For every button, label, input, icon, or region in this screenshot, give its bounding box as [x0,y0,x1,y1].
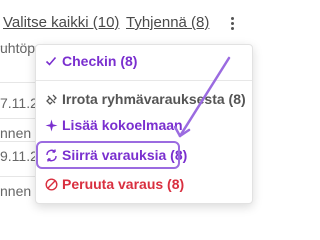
menu-item-label: Lisää kokoelmaan [62,117,183,133]
select-all-link[interactable]: Valitse kaikki (10) [3,14,119,31]
kebab-menu-icon[interactable] [225,15,239,35]
menu-item-cancel-reservation[interactable]: Peruuta varaus (8) [44,173,184,195]
menu-divider [36,80,252,81]
menu-item-label: Siirrä varauksia (8) [62,147,188,163]
bulk-action-toolbar: Valitse kaikki (10) Tyhjennä (8) [0,0,251,46]
checkmark-icon [44,54,58,68]
menu-item-move-reservations[interactable]: Siirrä varauksia (8) [44,144,187,166]
cancel-icon [44,177,58,191]
menu-item-label: Peruuta varaus (8) [62,176,185,192]
table-cell: nnen [0,125,32,141]
actions-dropdown-menu: Checkin (8) Irrota ryhmävarauksesta (8) … [35,44,253,204]
table-cell: uhtöp [0,40,36,56]
clear-selection-link[interactable]: Tyhjennä (8) [126,14,209,31]
table-cell: nnen [0,183,32,199]
menu-item-detach-group[interactable]: Irrota ryhmävarauksesta (8) [44,88,246,110]
sparkle-icon [44,118,58,132]
menu-item-label: Checkin (8) [62,53,138,69]
unlink-icon [44,92,58,106]
menu-item-checkin[interactable]: Checkin (8) [44,50,137,72]
menu-item-label: Irrota ryhmävarauksesta (8) [62,91,246,107]
menu-item-add-to-collection[interactable]: Lisää kokoelmaan [44,114,183,136]
transfer-icon [44,148,58,162]
